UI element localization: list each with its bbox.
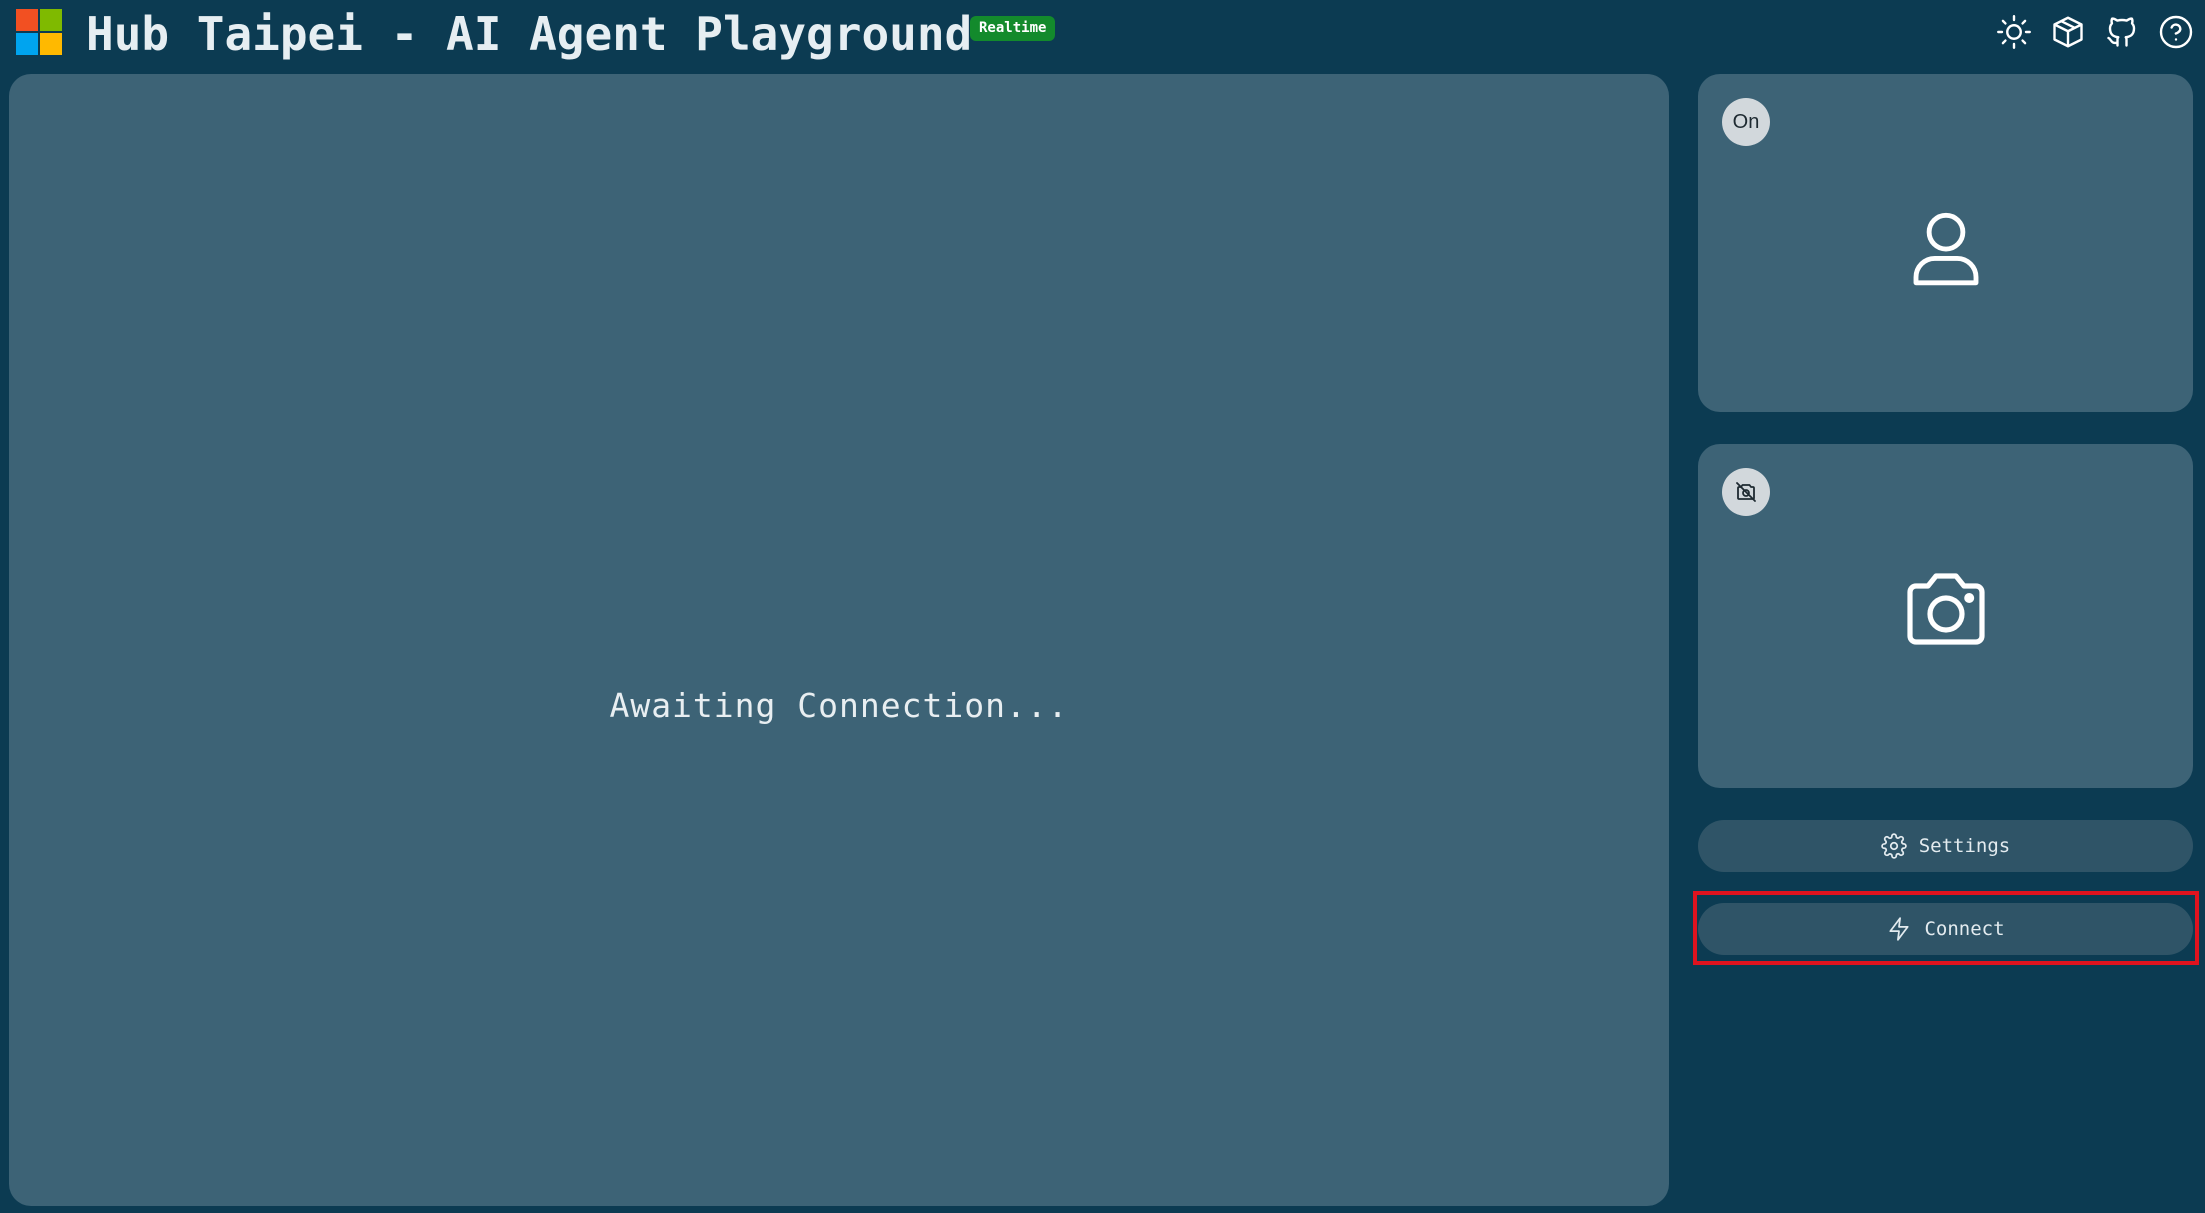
camera-card	[1698, 444, 2193, 788]
connection-status-text: Awaiting Connection...	[609, 686, 1069, 725]
camera-off-icon	[1736, 482, 1756, 502]
cube-icon[interactable]	[2048, 12, 2088, 52]
sun-icon[interactable]	[1994, 12, 2034, 52]
settings-button-label: Settings	[1918, 835, 2011, 857]
settings-button[interactable]: Settings	[1698, 820, 2193, 872]
lightning-icon	[1889, 917, 1909, 941]
connect-button[interactable]: Connect	[1698, 903, 2193, 955]
user-icon	[1913, 212, 1978, 286]
realtime-badge: Realtime	[970, 16, 1056, 41]
microsoft-logo	[16, 9, 62, 55]
main-stage-panel: Awaiting Connection...	[9, 74, 1669, 1206]
connect-button-label: Connect	[1924, 918, 2005, 940]
help-icon[interactable]	[2156, 12, 2196, 52]
microphone-card: On	[1698, 74, 2193, 412]
app-header: Hub Taipei - AI Agent Playground Realtim…	[0, 0, 2205, 72]
app-title: Hub Taipei - AI Agent Playground	[86, 7, 973, 61]
github-icon[interactable]	[2102, 12, 2142, 52]
gear-icon	[1880, 833, 1907, 859]
camera-icon	[1906, 573, 1985, 645]
mic-toggle-button[interactable]: On	[1722, 98, 1770, 146]
camera-toggle-button[interactable]	[1722, 468, 1770, 516]
